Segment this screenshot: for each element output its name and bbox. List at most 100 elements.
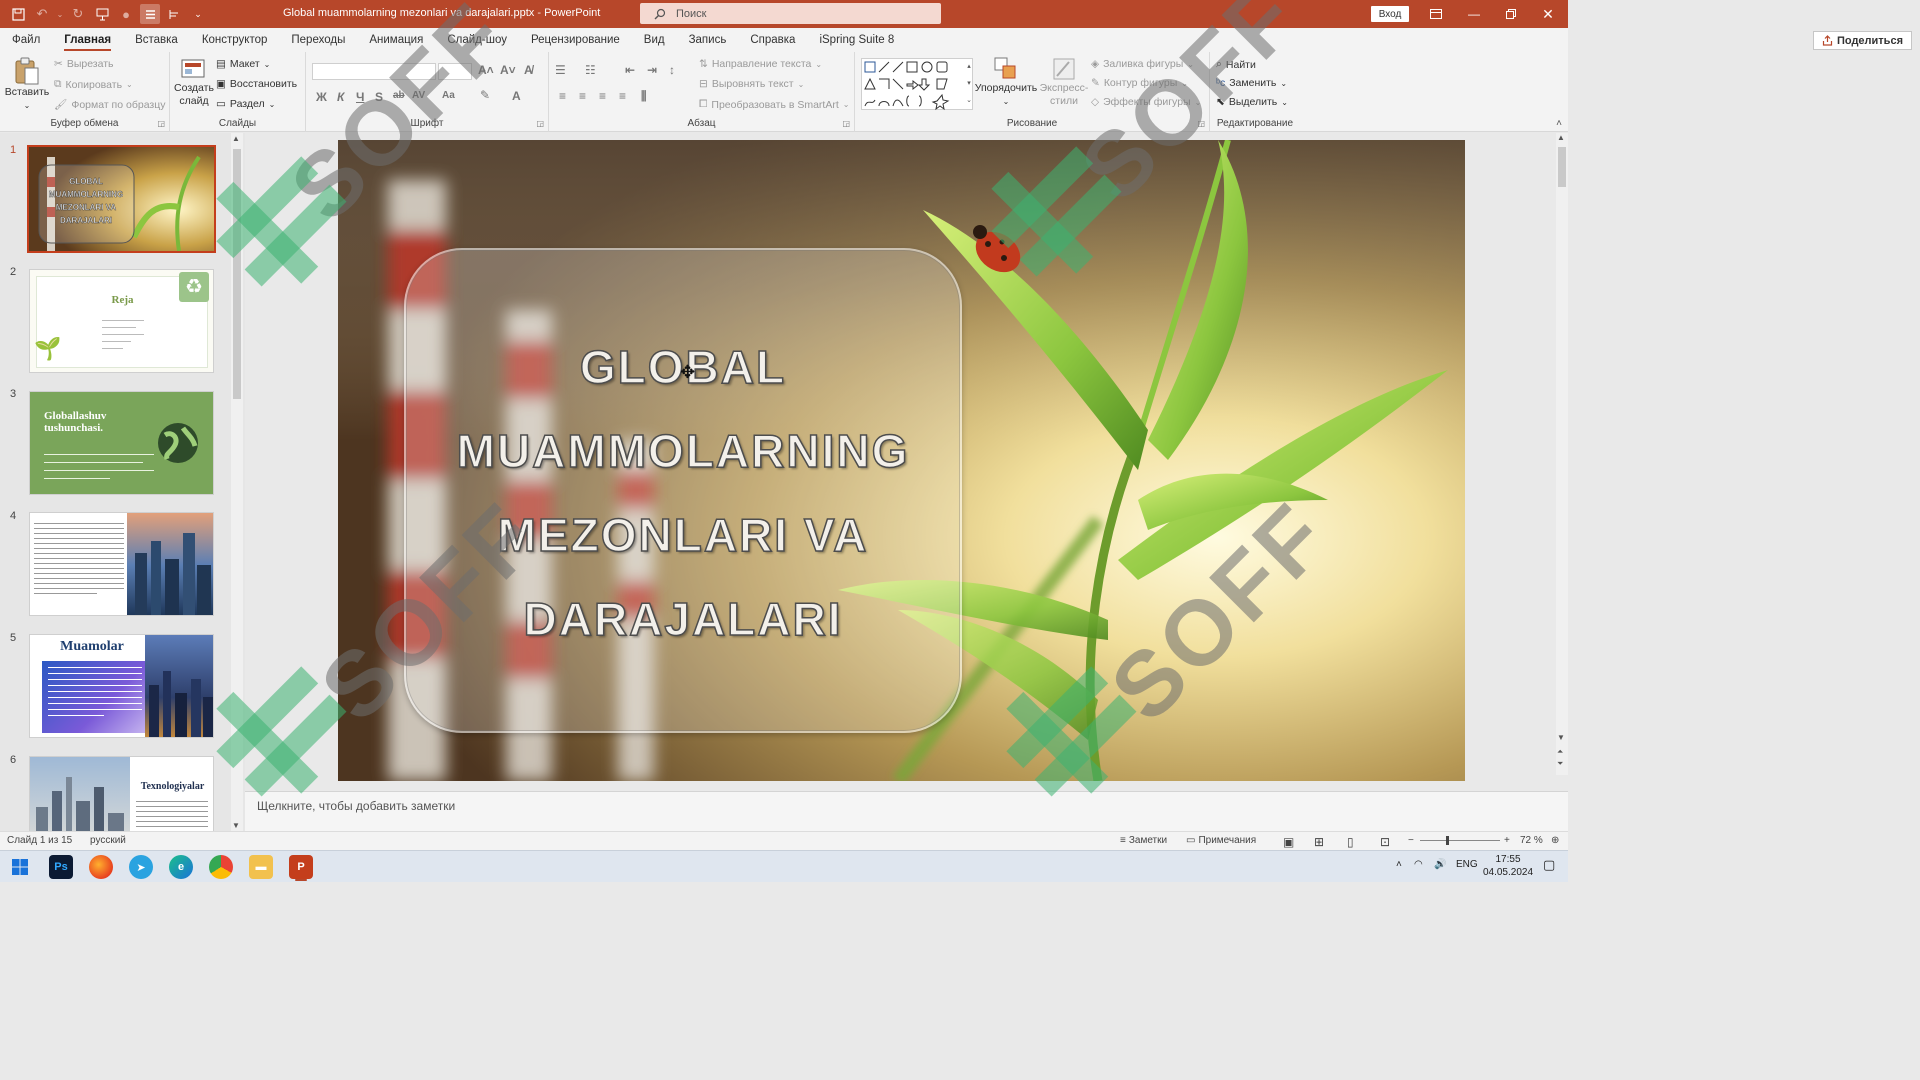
language-indicator[interactable]: русский [90, 835, 126, 846]
collapse-ribbon-icon[interactable]: ˄ [1556, 118, 1562, 129]
slideshow-view-icon[interactable]: ⊡ [1380, 835, 1390, 849]
minimize-icon[interactable]: — [1462, 5, 1486, 23]
scroll-up-arrow-icon[interactable]: ▲ [1557, 133, 1565, 142]
restore-icon[interactable] [1499, 5, 1523, 23]
input-language[interactable]: ENG [1456, 859, 1478, 870]
format-painter-button[interactable]: 🖌 Формат по образцу [54, 98, 166, 112]
powerpoint-icon[interactable]: P [289, 855, 313, 879]
slide-scrollbar[interactable]: ▲ ▼ ⏶ ⏷ [1556, 133, 1568, 775]
arrange-button[interactable]: Упорядочить ⌄ [975, 56, 1037, 108]
char-spacing-button[interactable]: AV [412, 90, 425, 101]
scroll-down-arrow-icon[interactable]: ▼ [232, 821, 240, 830]
clear-format-icon[interactable]: A̸ [524, 63, 533, 77]
paste-button[interactable]: Вставить ⌄ [5, 56, 49, 112]
tab-record[interactable]: Запись [677, 28, 739, 52]
redo-icon[interactable]: ↻ [68, 4, 88, 24]
numbering-icon[interactable]: ☷ [585, 63, 596, 77]
slide-scroll-thumb[interactable] [1558, 147, 1566, 187]
thumbnails-scroll-thumb[interactable] [233, 149, 241, 399]
font-size-input[interactable] [438, 63, 472, 80]
new-slide-button[interactable]: Создать слайд [174, 56, 214, 108]
increase-indent-icon[interactable]: ⇥ [647, 63, 657, 77]
tab-design[interactable]: Конструктор [190, 28, 280, 52]
scroll-up-arrow-icon[interactable]: ▲ [232, 134, 240, 143]
fit-to-window-icon[interactable]: ⊕ [1551, 835, 1559, 846]
thumbnails-scrollbar[interactable]: ▲ ▼ [231, 133, 243, 831]
align-text-button[interactable]: ⊟ Выровнять текст ⌄ [699, 78, 804, 90]
normal-view-icon[interactable]: ▣ [1283, 835, 1294, 849]
sign-in-button[interactable]: Вход [1371, 6, 1409, 22]
paragraph-dialog-launcher-icon[interactable]: ◲ [842, 119, 850, 128]
font-name-input[interactable] [312, 63, 436, 80]
justify-icon[interactable]: ≡ [619, 89, 626, 103]
section-button[interactable]: ▭ Раздел ⌄ [216, 98, 275, 110]
shrink-font-icon[interactable]: A˅ [500, 63, 516, 77]
photoshop-icon[interactable]: Ps [49, 855, 73, 879]
tab-insert[interactable]: Вставка [123, 28, 190, 52]
slide-thumbnail-6[interactable]: Texnologiyalar [29, 756, 214, 831]
slide-thumbnail-5[interactable]: Muamolar [29, 634, 214, 738]
slide-thumbnail-4[interactable] [29, 512, 214, 616]
shape-outline-button[interactable]: ✎ Контур фигуры ⌄ [1091, 77, 1188, 89]
presentation-icon[interactable] [92, 4, 112, 24]
layout-button[interactable]: ▤ Макет ⌄ [216, 58, 270, 70]
firefox-icon[interactable] [89, 855, 113, 879]
file-explorer-icon[interactable]: ▬ [249, 855, 273, 879]
tab-file[interactable]: Файл [0, 28, 52, 52]
reading-view-icon[interactable]: ▯ [1347, 835, 1354, 849]
telegram-icon[interactable]: ➤ [129, 855, 153, 879]
font-color-button[interactable]: A [512, 89, 521, 103]
wifi-icon[interactable]: ◠ [1414, 859, 1423, 870]
customize-qat-icon[interactable]: ⌄ [188, 4, 208, 24]
previous-slide-icon[interactable]: ⏶ [1557, 747, 1563, 757]
align-right-icon[interactable]: ≡ [599, 89, 606, 103]
tab-slideshow[interactable]: Слайд-шоу [435, 28, 519, 52]
chrome-icon[interactable] [209, 855, 233, 879]
layout-toggle-icon[interactable] [140, 4, 160, 24]
find-button[interactable]: ⌕ Найти [1216, 58, 1256, 71]
shape-fill-button[interactable]: ◈ Заливка фигуры ⌄ [1091, 58, 1194, 70]
slide-thumbnail-2[interactable]: Reja ♻ 🌱 [29, 269, 214, 373]
tab-ispring[interactable]: iSpring Suite 8 [807, 28, 906, 52]
dialog-launcher-icon[interactable]: ◲ [157, 119, 165, 128]
save-icon[interactable] [8, 4, 28, 24]
text-direction-button[interactable]: ⇅ Направление текста ⌄ [699, 58, 822, 70]
drawing-dialog-launcher-icon[interactable]: ◲ [1197, 119, 1205, 128]
bullets-icon[interactable]: ☰ [555, 63, 566, 77]
strikethrough-button[interactable]: ab [393, 90, 405, 101]
font-dialog-launcher-icon[interactable]: ◲ [536, 119, 544, 128]
bold-button[interactable]: Ж [316, 90, 327, 104]
slide-sorter-icon[interactable]: ⊞ [1314, 835, 1324, 849]
shape-effects-button[interactable]: ◇ Эффекты фигуры ⌄ [1091, 96, 1201, 108]
notes-toggle-button[interactable]: ≡ Заметки [1120, 835, 1167, 846]
copy-button[interactable]: ⧉ Копировать ⌄ [54, 78, 133, 91]
align-icon[interactable] [164, 4, 184, 24]
smartart-button[interactable]: ⧠ Преобразовать в SmartArt ⌄ [699, 98, 849, 111]
zoom-slider[interactable] [1420, 840, 1500, 841]
search-input[interactable]: Поиск [640, 3, 941, 24]
shapes-scroll[interactable]: ▴ ▾ ⌄ [964, 58, 974, 110]
shapes-gallery[interactable] [861, 58, 973, 111]
notifications-icon[interactable]: ▢ [1543, 857, 1555, 873]
edge-icon[interactable]: e [169, 855, 193, 879]
decrease-indent-icon[interactable]: ⇤ [625, 63, 635, 77]
comments-toggle-button[interactable]: ▭ Примечания [1186, 835, 1256, 846]
tab-view[interactable]: Вид [632, 28, 677, 52]
paint-icon[interactable]: ● [116, 4, 136, 24]
windows-start-icon[interactable] [8, 855, 32, 879]
tab-transitions[interactable]: Переходы [279, 28, 357, 52]
zoom-slider-thumb[interactable] [1446, 836, 1449, 845]
tab-help[interactable]: Справка [738, 28, 807, 52]
tab-home[interactable]: Главная [52, 28, 123, 52]
clock[interactable]: 17:55 04.05.2024 [1480, 853, 1536, 879]
undo-icon[interactable]: ↶ [32, 4, 52, 24]
align-left-icon[interactable]: ≡ [559, 89, 566, 103]
highlight-icon[interactable]: ✎ [480, 88, 490, 102]
volume-icon[interactable]: 🔊 [1434, 859, 1446, 870]
replace-button[interactable]: ᵇc Заменить ⌄ [1216, 77, 1287, 89]
slide-thumbnail-1[interactable]: GLOBAL MUAMMOLARNING MEZONLARI VA DARAJA… [27, 145, 216, 253]
scroll-down-arrow-icon[interactable]: ▼ [1557, 733, 1565, 742]
notes-pane[interactable]: Щелкните, чтобы добавить заметки [245, 791, 1568, 831]
zoom-out-icon[interactable]: − [1408, 835, 1414, 846]
cut-button[interactable]: ✂ Вырезать [54, 58, 114, 70]
